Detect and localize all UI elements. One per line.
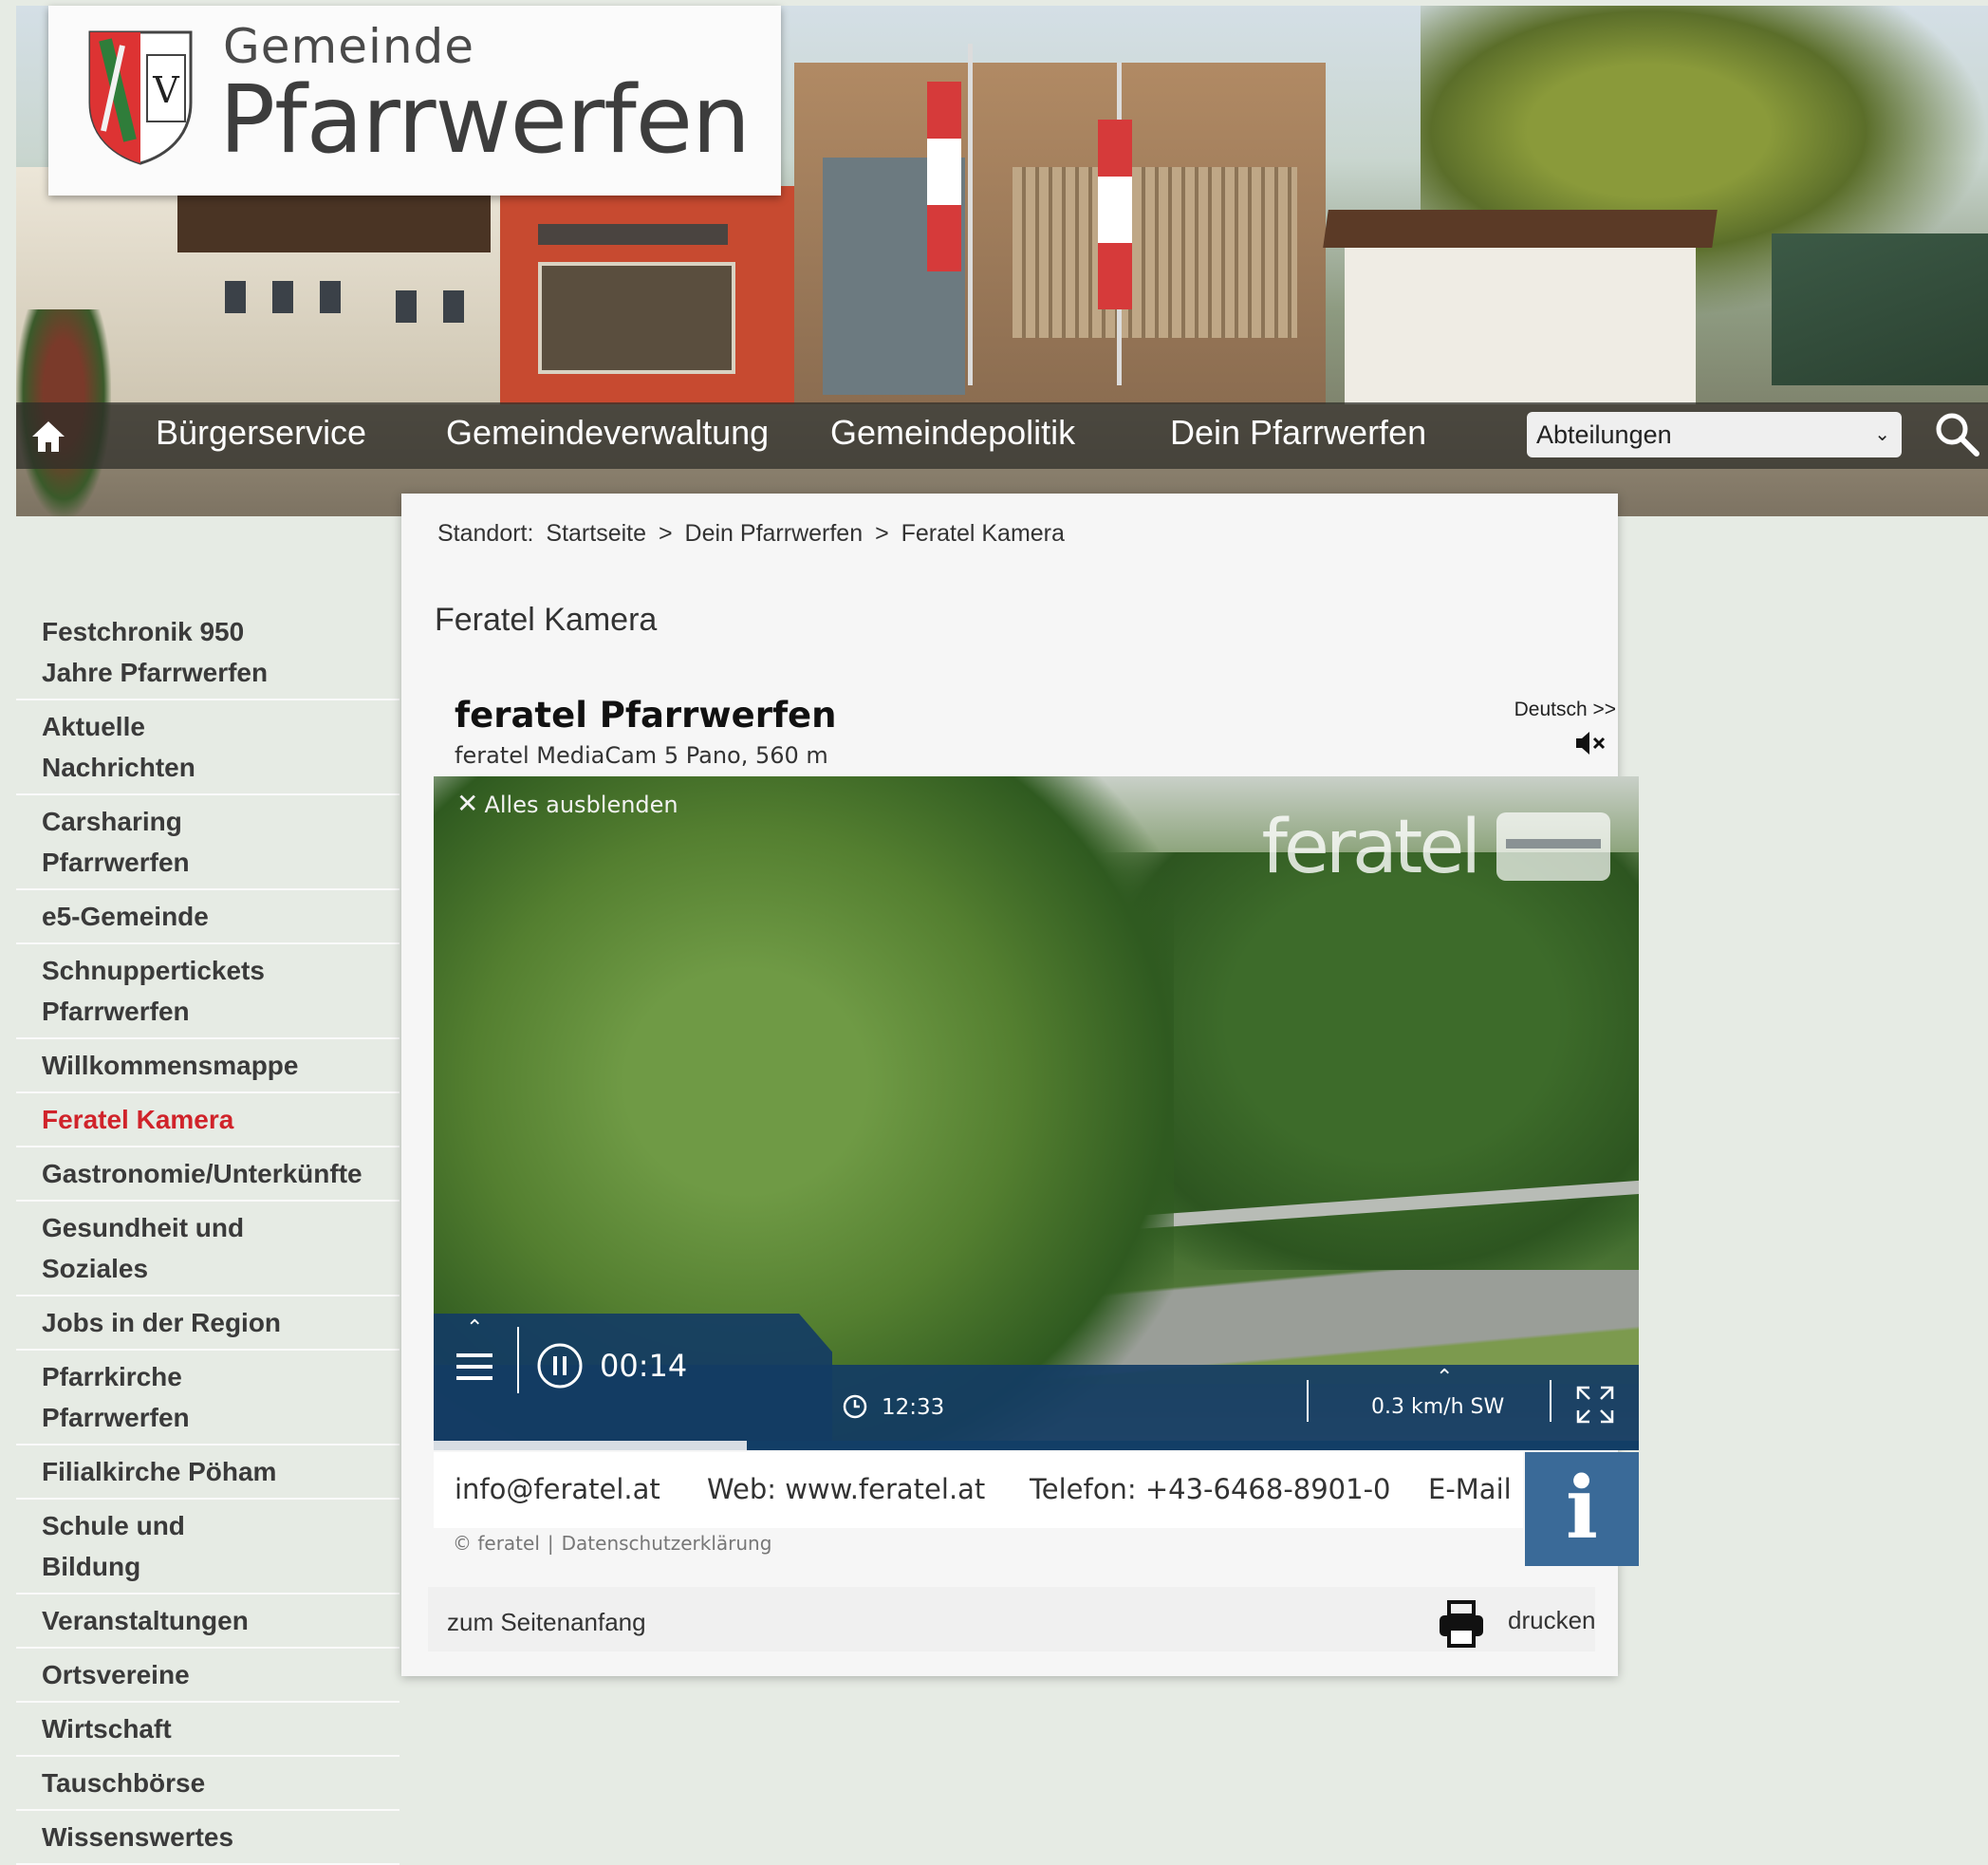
page-title: Feratel Kamera [435, 602, 658, 638]
expand-up-icon[interactable]: ⌃ [466, 1315, 483, 1340]
contact-web[interactable]: Web: www.feratel.at [707, 1473, 985, 1505]
sidebar-item[interactable]: Pfarrkirche Pfarrwerfen [16, 1351, 399, 1445]
logo-line-2: Pfarrwerfen [219, 66, 751, 175]
clock-icon [843, 1394, 867, 1419]
sidebar-item[interactable]: Wirtschaft [16, 1703, 399, 1757]
breadcrumb-startseite[interactable]: Startseite [546, 520, 646, 547]
capture-time: 12:33 [882, 1395, 945, 1420]
sidebar-item[interactable]: Ortsvereine [16, 1649, 399, 1703]
back-to-top-link[interactable]: zum Seitenanfang [447, 1608, 646, 1637]
hide-all-button[interactable]: ✕ Alles ausblenden [456, 788, 678, 819]
breadcrumb-dein-pfarrwerfen[interactable]: Dein Pfarrwerfen [685, 520, 864, 547]
hide-all-label: Alles ausblenden [484, 792, 678, 818]
wind-readout: 0.3 km/h SW [1371, 1395, 1505, 1419]
sidebar-item[interactable]: Festchronik 950 Jahre Pfarrwerfen [16, 606, 399, 700]
language-switch[interactable]: Deutsch >> [1514, 699, 1616, 721]
pause-icon[interactable] [536, 1342, 584, 1389]
fullscreen-icon[interactable] [1574, 1384, 1616, 1426]
sidebar-item[interactable]: Filialkirche Pöham [16, 1445, 399, 1500]
webcam-title: feratel Pfarrwerfen [455, 695, 837, 736]
sidebar-item[interactable]: Veranstaltungen [16, 1595, 399, 1649]
webcam-subtitle: feratel MediaCam 5 Pano, 560 m [455, 742, 828, 769]
nav-gemeindepolitik[interactable]: Gemeindepolitik [830, 402, 1075, 469]
sidebar-item[interactable]: e5-Gemeinde [16, 890, 399, 944]
banner-house-right [1323, 210, 1718, 428]
copyright-text: © feratel [453, 1532, 540, 1555]
info-icon: i [1565, 1458, 1599, 1558]
sidebar-item[interactable]: Gesundheit und Soziales [16, 1202, 399, 1296]
department-select-value: Abteilungen [1536, 420, 1672, 449]
chevron-down-icon: ⌄ [1874, 424, 1890, 445]
breadcrumb-prefix: Standort: [437, 520, 534, 547]
playback-time: 00:14 [600, 1348, 688, 1384]
contact-email[interactable]: info@feratel.at [455, 1473, 660, 1505]
contact-email-label: E-Mail [1428, 1473, 1512, 1505]
playback-progress[interactable] [434, 1441, 1639, 1450]
sidebar-item[interactable]: Willkommensmappe [16, 1039, 399, 1093]
widget-credits: © feratel | Datenschutzerklärung [453, 1532, 771, 1555]
nav-buergerservice[interactable]: Bürgerservice [156, 402, 366, 469]
department-select[interactable]: Abteilungen ⌄ [1527, 412, 1902, 457]
sidebar-menu: Festchronik 950 Jahre Pfarrwerfen Aktuell… [16, 606, 399, 1865]
feratel-logo-icon [1496, 812, 1610, 881]
credits-separator: | [547, 1532, 554, 1555]
sidebar-item[interactable]: Aktuelle Nachrichten [16, 700, 399, 795]
webcam-video[interactable]: ✕ Alles ausblenden feratel ⌃ 00:14 12:33 … [434, 776, 1639, 1450]
info-button[interactable]: i [1525, 1452, 1639, 1566]
close-icon: ✕ [456, 788, 479, 819]
search-icon[interactable] [1933, 410, 1980, 457]
print-link[interactable]: drucken [1508, 1606, 1596, 1635]
coat-of-arms-icon: V [88, 30, 193, 165]
sidebar-item[interactable]: Feratel Kamera [16, 1093, 399, 1147]
sidebar-item[interactable]: Schule und Bildung [16, 1500, 399, 1595]
feratel-brand: feratel [1261, 805, 1481, 890]
content-card: Standort: Startseite > Dein Pfarrwerfen … [401, 494, 1639, 1676]
home-icon[interactable] [29, 418, 67, 456]
sidebar-item[interactable]: Gastronomie/Unterkünfte [16, 1147, 399, 1202]
menu-icon[interactable] [455, 1346, 494, 1388]
nav-dein-pfarrwerfen[interactable]: Dein Pfarrwerfen [1170, 402, 1426, 469]
playback-progress-fill [434, 1441, 748, 1450]
banner-red-building [500, 186, 804, 404]
breadcrumb-separator: > [658, 520, 673, 547]
sidebar-item[interactable]: Tauschbörse [16, 1757, 399, 1811]
breadcrumb: Standort: Startseite > Dein Pfarrwerfen … [437, 520, 1070, 548]
sidebar-item[interactable]: Jobs in der Region [16, 1296, 399, 1351]
sidebar-item[interactable]: Carsharing Pfarrwerfen [16, 795, 399, 890]
nav-gemeindeverwaltung[interactable]: Gemeindeverwaltung [446, 402, 769, 469]
privacy-link[interactable]: Datenschutzerklärung [562, 1532, 772, 1555]
svg-text:V: V [152, 69, 179, 111]
breadcrumb-separator: > [875, 520, 889, 547]
contact-ticker: info@feratel.at Web: www.feratel.at Tele… [434, 1452, 1523, 1528]
wind-expand-icon[interactable]: ⌃ [1436, 1365, 1453, 1389]
sidebar-item[interactable]: Schnuppertickets Pfarrwerfen [16, 944, 399, 1039]
banner-municipal-building [794, 63, 1326, 414]
page-footer-actions: zum Seitenanfang drucken [428, 1587, 1596, 1651]
main-navigation: Bürgerservice Gemeindeverwaltung Gemeind… [16, 402, 1988, 469]
site-logo[interactable]: V Gemeinde Pfarrwerfen [48, 6, 781, 196]
printer-icon[interactable] [1436, 1598, 1487, 1650]
breadcrumb-current: Feratel Kamera [901, 520, 1065, 547]
mute-icon[interactable] [1574, 729, 1607, 757]
contact-phone: Telefon: +43-6468-8901-0 [1030, 1473, 1391, 1505]
sidebar-item[interactable]: Wissenswertes [16, 1811, 399, 1865]
